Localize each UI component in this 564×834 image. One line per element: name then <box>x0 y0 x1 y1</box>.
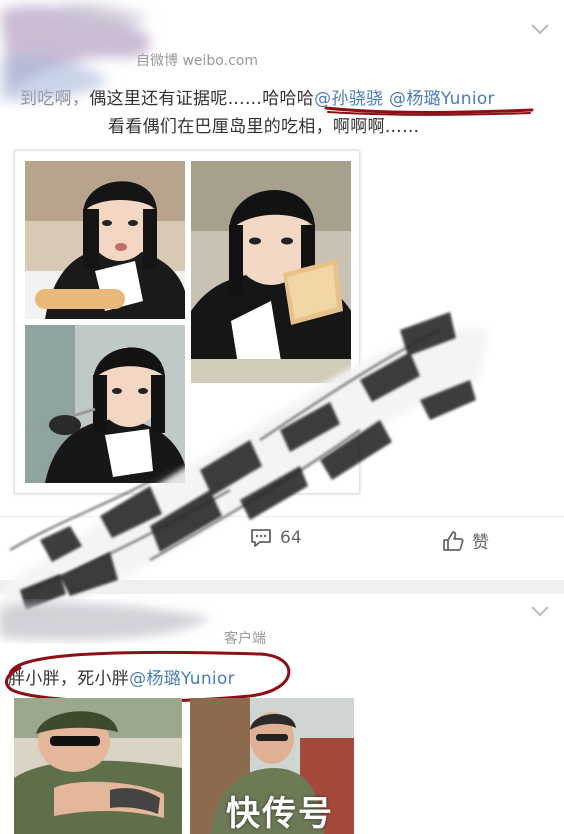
annotation-underline <box>324 106 534 116</box>
scribble-redaction <box>0 312 490 630</box>
privacy-blur <box>0 2 151 102</box>
post-source: 客户端 <box>224 631 266 647</box>
privacy-blur <box>0 603 210 641</box>
source-domain[interactable]: weibo.com <box>182 53 258 69</box>
chevron-down-icon[interactable] <box>530 22 550 36</box>
chevron-down-icon[interactable] <box>530 604 550 618</box>
watermark-logo: 快传号 <box>226 794 334 834</box>
annotation-ellipse <box>4 650 291 703</box>
photo-4[interactable] <box>14 698 182 834</box>
